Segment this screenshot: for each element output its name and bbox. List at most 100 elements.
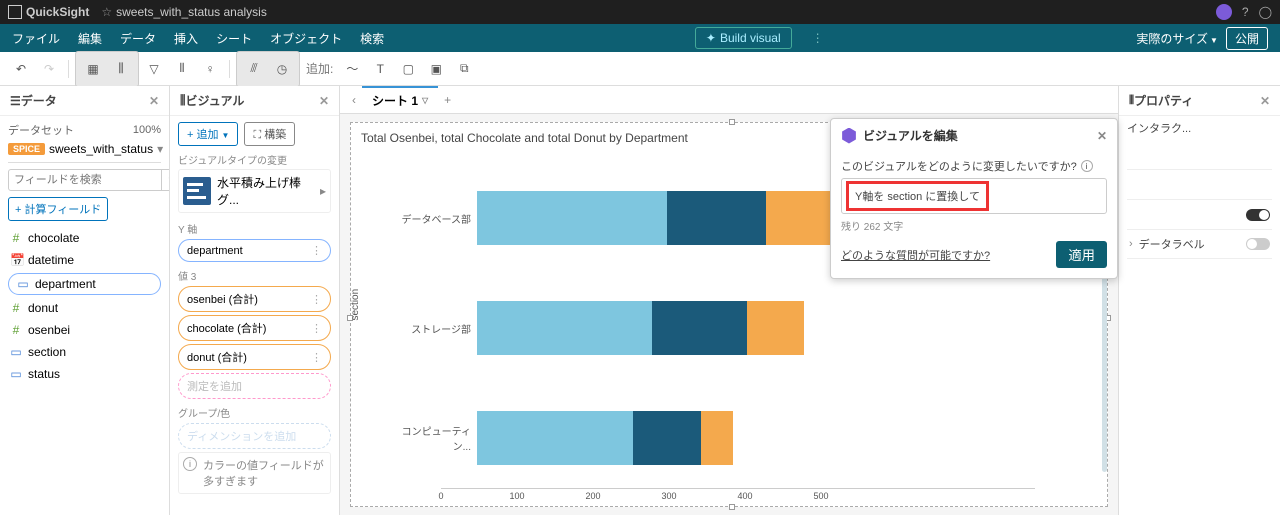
bar-segment-chocolate[interactable]: [667, 191, 766, 245]
bar-segment-donut[interactable]: [701, 411, 733, 465]
embed-icon[interactable]: ⧉: [451, 56, 477, 82]
caret-icon: ▾: [157, 142, 163, 156]
visual-type-name: 水平積み上げ棒グ...: [217, 174, 314, 208]
x-tick-label: 300: [661, 491, 676, 501]
field-row-donut[interactable]: #donut: [8, 297, 161, 319]
close-icon[interactable]: ✕: [1260, 94, 1270, 108]
dataset-select[interactable]: SPICE sweets_with_status ▾: [8, 140, 161, 163]
field-row-chocolate[interactable]: #chocolate: [8, 227, 161, 249]
parameter-icon[interactable]: ⫴: [169, 56, 195, 82]
close-icon[interactable]: ✕: [149, 94, 159, 108]
dataset-pct: 100%: [133, 124, 161, 136]
chevron-icon[interactable]: ›: [1129, 238, 1133, 250]
apply-button[interactable]: 適用: [1056, 241, 1107, 268]
field-row-status[interactable]: ▭status: [8, 363, 161, 385]
field-search-input[interactable]: [8, 169, 162, 191]
value-well[interactable]: chocolate (合計)⋮: [178, 315, 331, 341]
close-icon[interactable]: ✕: [1097, 129, 1107, 143]
redo-icon[interactable]: ↷: [36, 56, 62, 82]
field-name: status: [28, 367, 60, 381]
field-type-icon: 📅: [10, 253, 22, 267]
field-row-datetime[interactable]: 📅 datetime: [8, 249, 161, 271]
field-type-icon: #: [10, 231, 22, 245]
menu-object[interactable]: オブジェクト: [270, 30, 342, 47]
publish-button[interactable]: 公開: [1226, 27, 1268, 50]
field-row-osenbei[interactable]: #osenbei: [8, 319, 161, 341]
undo-icon[interactable]: ↶: [8, 56, 34, 82]
menu-file[interactable]: ファイル: [12, 30, 60, 47]
properties-title: プロパティ: [1134, 92, 1193, 109]
collapse-icon[interactable]: ‹: [352, 93, 356, 107]
more-icon[interactable]: ⋮: [311, 322, 322, 335]
visual-type-select[interactable]: 水平積み上げ棒グ... ▸: [178, 169, 331, 213]
value-well-label: osenbei (合計): [187, 291, 258, 307]
menu-sheet[interactable]: シート: [216, 30, 252, 47]
zoom-label[interactable]: 実際のサイズ▼: [1136, 30, 1218, 47]
search-icon[interactable]: 🔍: [162, 169, 169, 191]
build-button[interactable]: ⛶ 構築: [244, 122, 295, 146]
menu-more-icon[interactable]: ⋮: [812, 31, 824, 45]
chars-remaining: 残り 262 文字: [841, 218, 1107, 233]
clock-icon[interactable]: ◷: [269, 56, 295, 82]
add-sheet-icon[interactable]: +: [444, 93, 451, 107]
text-icon[interactable]: T: [367, 56, 393, 82]
image-icon[interactable]: ▣: [423, 56, 449, 82]
field-row-section[interactable]: ▭section: [8, 341, 161, 363]
visual-panel: ⫼ ビジュアル ✕ + 追加 ▼ ⛶ 構築 ビジュアルタイプの変更 水平積み上げ…: [170, 86, 340, 515]
add-visual-button[interactable]: + 追加 ▼: [178, 122, 238, 146]
line-icon[interactable]: 〜: [339, 56, 365, 82]
interactions-tab[interactable]: インタラク...: [1127, 120, 1272, 136]
star-icon[interactable]: ☆: [101, 5, 112, 19]
toolbar: ↶ ↷ ▦ ⫼ ▽ ⫴ ♀ ⫻ ◷ 追加: 〜 T ▢ ▣ ⧉: [0, 52, 1280, 86]
legend-toggle[interactable]: [1246, 209, 1270, 221]
datalabel-toggle[interactable]: [1246, 238, 1270, 250]
group-placeholder[interactable]: ディメンションを追加: [178, 423, 331, 449]
caret-icon[interactable]: ▽: [422, 96, 428, 105]
dataset-name: sweets_with_status: [49, 142, 153, 156]
value-well[interactable]: donut (合計) ⋮: [178, 344, 331, 370]
lightbulb-icon[interactable]: ♀: [197, 56, 223, 82]
value-well[interactable]: osenbei (合計) ⋮: [178, 286, 331, 312]
insight-icon[interactable]: ⫻: [241, 56, 267, 82]
bar-segment-osenbei[interactable]: [477, 191, 667, 245]
help-link[interactable]: どのような質問が可能ですか?: [841, 247, 990, 263]
field-name: datetime: [28, 253, 74, 267]
help-icon[interactable]: ?: [1242, 5, 1249, 19]
edit-textarea[interactable]: Y軸を section に置換して: [841, 178, 1107, 214]
bar-row: ストレージ部: [477, 293, 1025, 363]
menu-data[interactable]: データ: [120, 30, 156, 47]
bar-segment-osenbei[interactable]: [477, 301, 652, 355]
x-tick-label: 200: [585, 491, 600, 501]
menu-edit[interactable]: 編集: [78, 30, 102, 47]
sheet-tab[interactable]: シート 1 ▽: [362, 86, 438, 113]
user-icon[interactable]: ◯: [1259, 5, 1272, 19]
shape-icon[interactable]: ▢: [395, 56, 421, 82]
insight-group: ⫻ ◷: [236, 51, 300, 87]
bar-segment-chocolate[interactable]: [633, 411, 701, 465]
value-well-label: donut (合計): [187, 349, 247, 365]
more-icon[interactable]: ⋮: [311, 293, 322, 306]
more-icon[interactable]: ⋮: [311, 351, 322, 364]
x-tick-label: 400: [737, 491, 752, 501]
y-axis-well[interactable]: department ⋮: [178, 239, 331, 262]
bar-segment-osenbei[interactable]: [477, 411, 633, 465]
menu-search[interactable]: 検索: [360, 30, 384, 47]
bar-segment-chocolate[interactable]: [652, 301, 747, 355]
menu-insert[interactable]: 挿入: [174, 30, 198, 47]
sparkle-icon: ✦: [706, 31, 716, 45]
copilot-icon[interactable]: [1216, 4, 1232, 20]
data-panel-title: データ: [21, 92, 57, 109]
close-icon[interactable]: ✕: [319, 94, 329, 108]
calc-field-button[interactable]: + 計算フィールド: [8, 197, 108, 221]
add-measure-placeholder[interactable]: 測定を追加: [178, 373, 331, 399]
build-visual-button[interactable]: ✦ Build visual: [695, 27, 792, 49]
grid-icon[interactable]: ▦: [80, 56, 106, 82]
filter-icon[interactable]: ▽: [141, 56, 167, 82]
bar-segment-donut[interactable]: [747, 301, 804, 355]
more-icon[interactable]: ⋮: [311, 244, 322, 257]
bar-chart-icon[interactable]: ⫼: [108, 56, 134, 82]
y-tick-label: ストレージ部: [385, 321, 471, 336]
field-row-department[interactable]: ▭department: [8, 273, 161, 295]
bar-row: コンピューティン...: [477, 403, 1025, 473]
info-icon[interactable]: i: [1081, 160, 1093, 172]
